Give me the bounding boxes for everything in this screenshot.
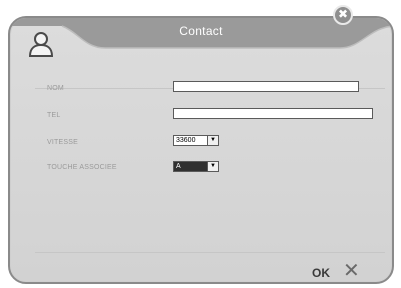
user-icon [27,30,55,58]
cancel-x-icon[interactable]: ✕ [343,261,360,281]
ok-button[interactable]: OK [312,266,330,280]
vitesse-select[interactable]: 33600 ▼ [173,135,219,146]
tel-input[interactable] [173,108,373,119]
touche-select[interactable]: A ▼ [173,161,219,172]
dialog-header: Contact [10,18,392,56]
bottom-divider [35,252,385,253]
close-icon[interactable]: ✖ [333,5,353,25]
touche-value: A [174,162,207,171]
tel-label: TEL [47,112,61,119]
vitesse-value: 33600 [176,137,196,144]
chevron-down-icon[interactable]: ▼ [207,162,218,171]
nom-input[interactable] [173,81,359,92]
vitesse-label: VITESSE [47,139,78,146]
chevron-down-icon[interactable]: ▼ [207,136,218,145]
nom-label: NOM [47,85,64,92]
dialog-title: Contact [179,24,223,38]
contact-dialog: Contact NOM TEL VITESSE 33600 ▼ TOUCHE A… [8,16,394,284]
touche-label: TOUCHE ASSOCIEE [47,164,117,171]
